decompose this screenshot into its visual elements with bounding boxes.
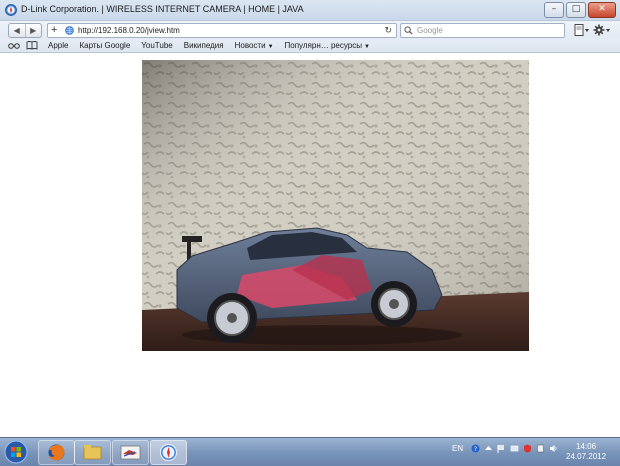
taskbar-explorer-button[interactable]: [74, 440, 111, 465]
chevron-down-icon: ▼: [267, 44, 274, 50]
close-button[interactable]: ✕: [588, 2, 616, 18]
reload-icon[interactable]: ↻: [384, 24, 392, 37]
bookmark-popular-menu[interactable]: Популярн… ресурсы ▼: [285, 41, 370, 50]
page-menu-icon[interactable]: [574, 24, 590, 36]
search-bar[interactable]: Google: [400, 23, 565, 38]
search-icon: [404, 26, 413, 35]
taskbar-app-button[interactable]: [112, 440, 149, 465]
minimize-button[interactable]: –: [544, 2, 564, 18]
add-bookmark-button[interactable]: +: [51, 24, 57, 37]
action-center-flag-icon[interactable]: [497, 444, 506, 453]
address-bar[interactable]: + http://192.168.0.20/jview.htm ↻: [47, 23, 397, 38]
system-tray: EN ?: [452, 444, 558, 453]
back-forward-group: ◀ ▶: [8, 23, 42, 38]
taskbar: EN ? 14:06 24.07.2012: [0, 437, 620, 466]
maximize-button[interactable]: □: [566, 2, 586, 18]
start-button-icon[interactable]: [2, 439, 30, 465]
back-button[interactable]: ◀: [9, 24, 25, 37]
taskbar-safari-button[interactable]: [150, 440, 187, 465]
search-input[interactable]: Google: [417, 26, 443, 35]
camera-video-frame: [142, 60, 529, 351]
show-hidden-icons-chevron-icon[interactable]: [484, 444, 493, 453]
globe-icon: [65, 26, 74, 35]
device-icon[interactable]: [536, 444, 545, 453]
volume-icon[interactable]: [549, 444, 558, 453]
bookmark-google-maps[interactable]: Карты Google: [79, 41, 130, 50]
bookmark-youtube[interactable]: YouTube: [141, 41, 172, 50]
clock-time: 14:06: [576, 442, 597, 451]
url-field[interactable]: http://192.168.0.20/jview.htm: [78, 26, 180, 35]
safari-icon: [159, 443, 178, 462]
svg-text:?: ?: [474, 446, 477, 453]
bookmark-list: Apple Карты Google YouTube Википедия Нов…: [48, 41, 370, 50]
book-icon[interactable]: [26, 40, 38, 50]
system-clock[interactable]: 14:06 24.07.2012: [566, 442, 606, 462]
settings-gear-icon[interactable]: [593, 24, 611, 36]
page-content: [0, 53, 620, 438]
firefox-icon: [48, 444, 65, 461]
clock-date: 24.07.2012: [566, 452, 607, 461]
bookmark-news-menu[interactable]: Новости ▼: [235, 41, 274, 50]
bookmark-wikipedia[interactable]: Википедия: [184, 41, 224, 50]
title-bar: D-Link Corporation. | WIRELESS INTERNET …: [0, 0, 620, 21]
glasses-icon[interactable]: [8, 40, 20, 50]
window-title: D-Link Corporation. | WIRELESS INTERNET …: [21, 4, 304, 14]
bookmark-apple[interactable]: Apple: [48, 41, 68, 50]
bookmarks-bar: Apple Карты Google YouTube Википедия Нов…: [0, 39, 620, 53]
help-icon[interactable]: ?: [471, 444, 480, 453]
chevron-down-icon: ▼: [363, 44, 370, 50]
safari-app-icon: [5, 4, 17, 16]
navigation-toolbar: ◀ ▶ + http://192.168.0.20/jview.htm ↻ Go…: [0, 21, 620, 39]
forward-button[interactable]: ▶: [24, 24, 42, 37]
taskbar-firefox-button[interactable]: [38, 440, 75, 465]
security-shield-icon[interactable]: [523, 444, 532, 453]
folder-icon: [83, 445, 102, 460]
language-indicator[interactable]: EN: [452, 444, 463, 453]
app-window-icon: [120, 445, 141, 460]
window-controls: – □ ✕: [542, 2, 616, 18]
network-icon[interactable]: [510, 444, 519, 453]
